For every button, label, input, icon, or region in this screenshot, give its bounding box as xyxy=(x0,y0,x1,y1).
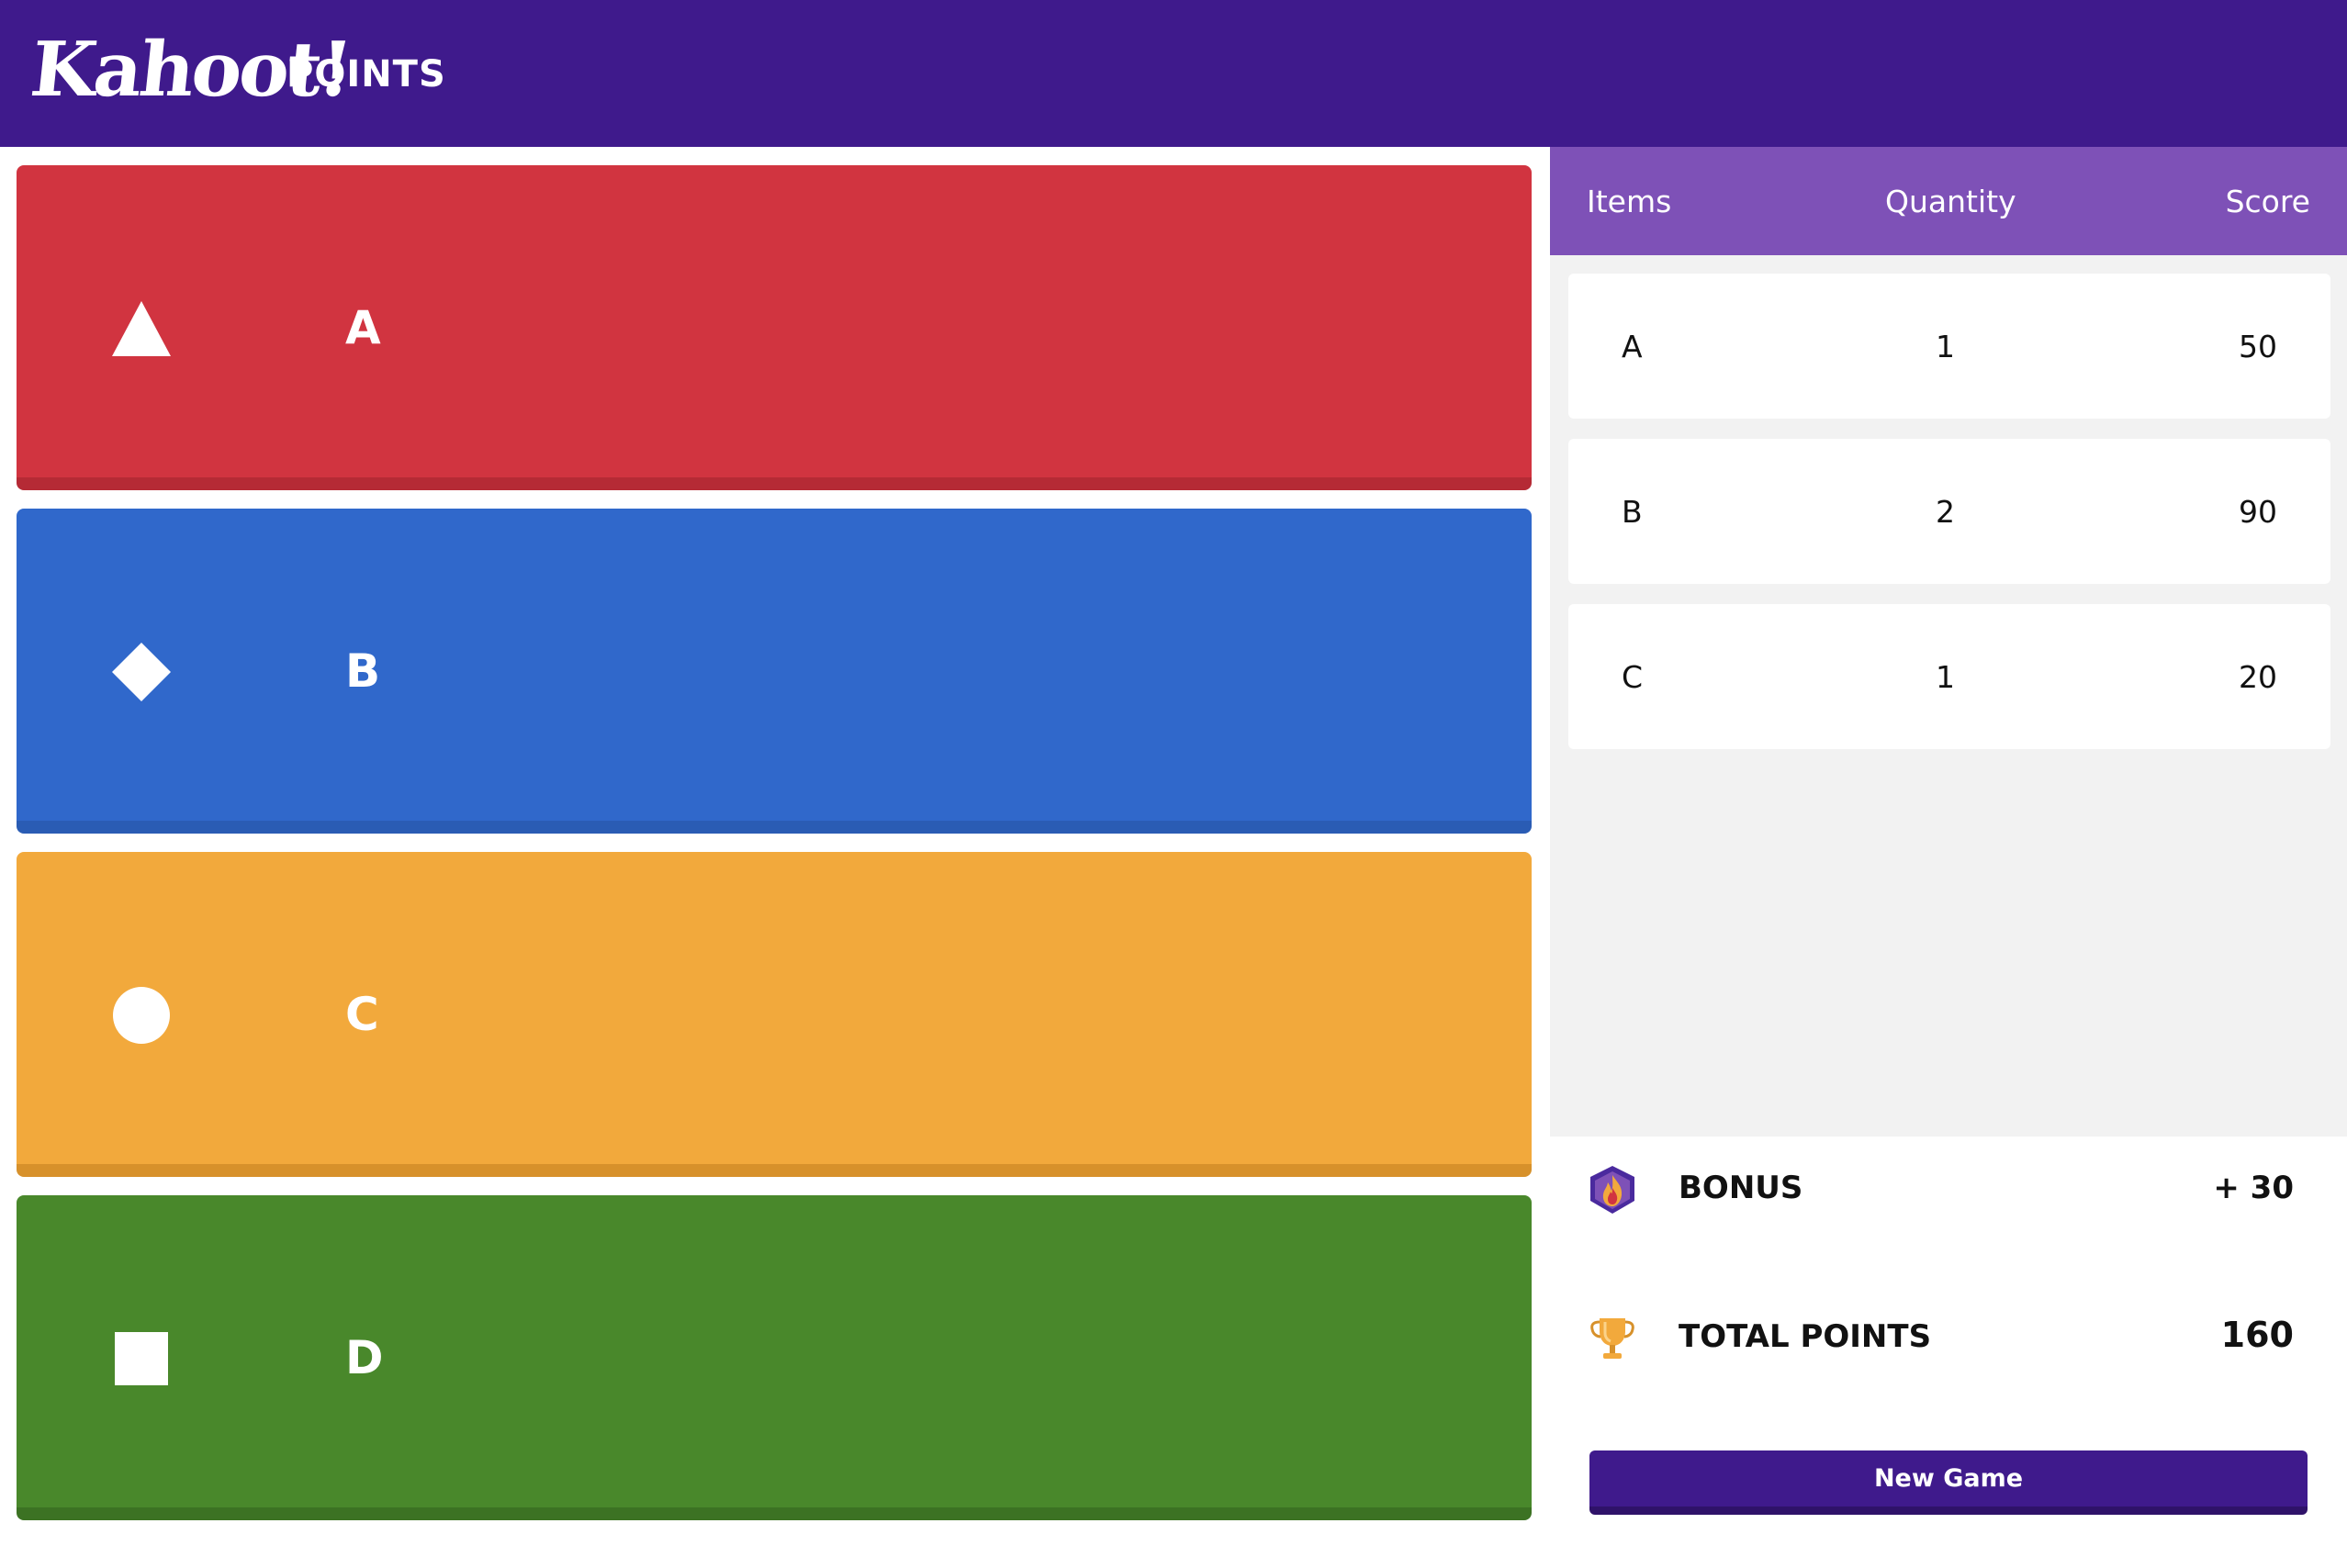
diamond-icon xyxy=(108,639,174,705)
table-row: C 1 20 xyxy=(1568,604,2330,749)
app-header: Kahoot! POINTS xyxy=(0,0,2347,147)
flame-icon xyxy=(1587,1164,1638,1215)
square-icon xyxy=(108,1326,174,1392)
row-quantity: 1 xyxy=(1936,659,1955,695)
total-row: TOTAL POINTS 160 xyxy=(1550,1285,2347,1377)
tile-c[interactable]: C xyxy=(17,852,1532,1177)
header-quantity: Quantity xyxy=(1885,184,2016,219)
row-quantity: 1 xyxy=(1936,329,1955,364)
total-value: 160 xyxy=(2220,1315,2294,1355)
tile-label: A xyxy=(345,301,381,354)
new-game-button[interactable]: New Game xyxy=(1589,1450,2308,1515)
table-row: A 1 50 xyxy=(1568,274,2330,419)
tile-d[interactable]: D xyxy=(17,1195,1532,1520)
row-score: 90 xyxy=(2239,494,2277,530)
tile-b[interactable]: B xyxy=(17,509,1532,834)
tile-label: B xyxy=(345,644,381,698)
bonus-value: + 30 xyxy=(2213,1170,2294,1206)
row-quantity: 2 xyxy=(1936,494,1955,530)
trophy-icon xyxy=(1587,1313,1638,1364)
row-score: 20 xyxy=(2239,659,2277,695)
bonus-row: BONUS + 30 xyxy=(1550,1137,2347,1228)
header-score: Score xyxy=(2225,184,2310,219)
circle-icon xyxy=(108,982,174,1048)
bonus-label: BONUS xyxy=(1679,1170,1803,1206)
tile-a[interactable]: A xyxy=(17,165,1532,490)
page-title: POINTS xyxy=(286,53,446,95)
triangle-icon xyxy=(108,296,174,362)
row-item: A xyxy=(1622,329,1643,364)
row-item: B xyxy=(1622,494,1643,530)
row-score: 50 xyxy=(2239,329,2277,364)
tile-label: D xyxy=(345,1331,384,1384)
points-panel: Items Quantity Score A 1 50 B 2 90 C 1 2… xyxy=(1550,147,2347,1568)
table-header: Items Quantity Score xyxy=(1550,147,2347,255)
table-row: B 2 90 xyxy=(1568,439,2330,584)
header-items: Items xyxy=(1587,184,1672,219)
tile-label: C xyxy=(345,988,379,1041)
points-table: Items Quantity Score A 1 50 B 2 90 C 1 2… xyxy=(1550,147,2347,1137)
total-label: TOTAL POINTS xyxy=(1679,1318,1932,1355)
row-item: C xyxy=(1622,659,1644,695)
